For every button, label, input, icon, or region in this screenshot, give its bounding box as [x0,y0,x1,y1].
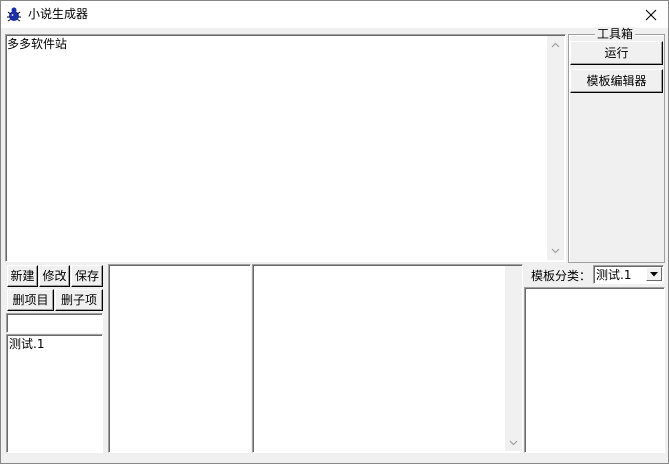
chevron-down-icon [650,271,658,276]
bug-icon [7,7,21,22]
close-icon [645,9,657,20]
scroll-up-icon[interactable] [547,38,564,52]
main-editor[interactable]: 多多软件站 [5,34,566,262]
editor-content: 多多软件站 [7,37,68,51]
save-button[interactable]: 保存 [71,265,103,287]
project-list[interactable]: 测试.1 [6,334,103,453]
delete-item-button[interactable]: 删项目 [7,289,54,311]
window-title: 小说生成器 [28,7,89,21]
toolbox-title: 工具箱 [595,27,636,41]
scroll-down-icon[interactable] [505,436,522,450]
close-button[interactable] [634,1,668,28]
dropdown-button[interactable] [646,267,662,281]
run-button[interactable]: 运行 [570,41,663,65]
template-category-value: 测试.1 [596,268,632,282]
template-editor-button[interactable]: 模板编辑器 [570,69,663,93]
content-list[interactable] [252,264,523,453]
new-button[interactable]: 新建 [7,265,38,287]
editor-scrollbar[interactable] [547,36,564,260]
list-item[interactable]: 测试.1 [9,337,44,351]
app-window: 小说生成器 多多软件站 工具箱 运行 模板编辑器 新建 修改 保存 删项目 删子… [0,0,669,464]
template-list[interactable] [524,287,665,453]
scroll-down-icon[interactable] [547,244,564,258]
chapter-list[interactable] [108,264,251,453]
template-category-select[interactable]: 测试.1 [593,265,664,284]
template-category-label: 模板分类： [531,269,592,283]
content-scrollbar[interactable] [505,266,522,451]
title-bar: 小说生成器 [1,1,668,28]
delete-child-button[interactable]: 删子项 [55,289,103,311]
edit-button[interactable]: 修改 [39,265,70,287]
project-name-input[interactable] [6,313,103,333]
